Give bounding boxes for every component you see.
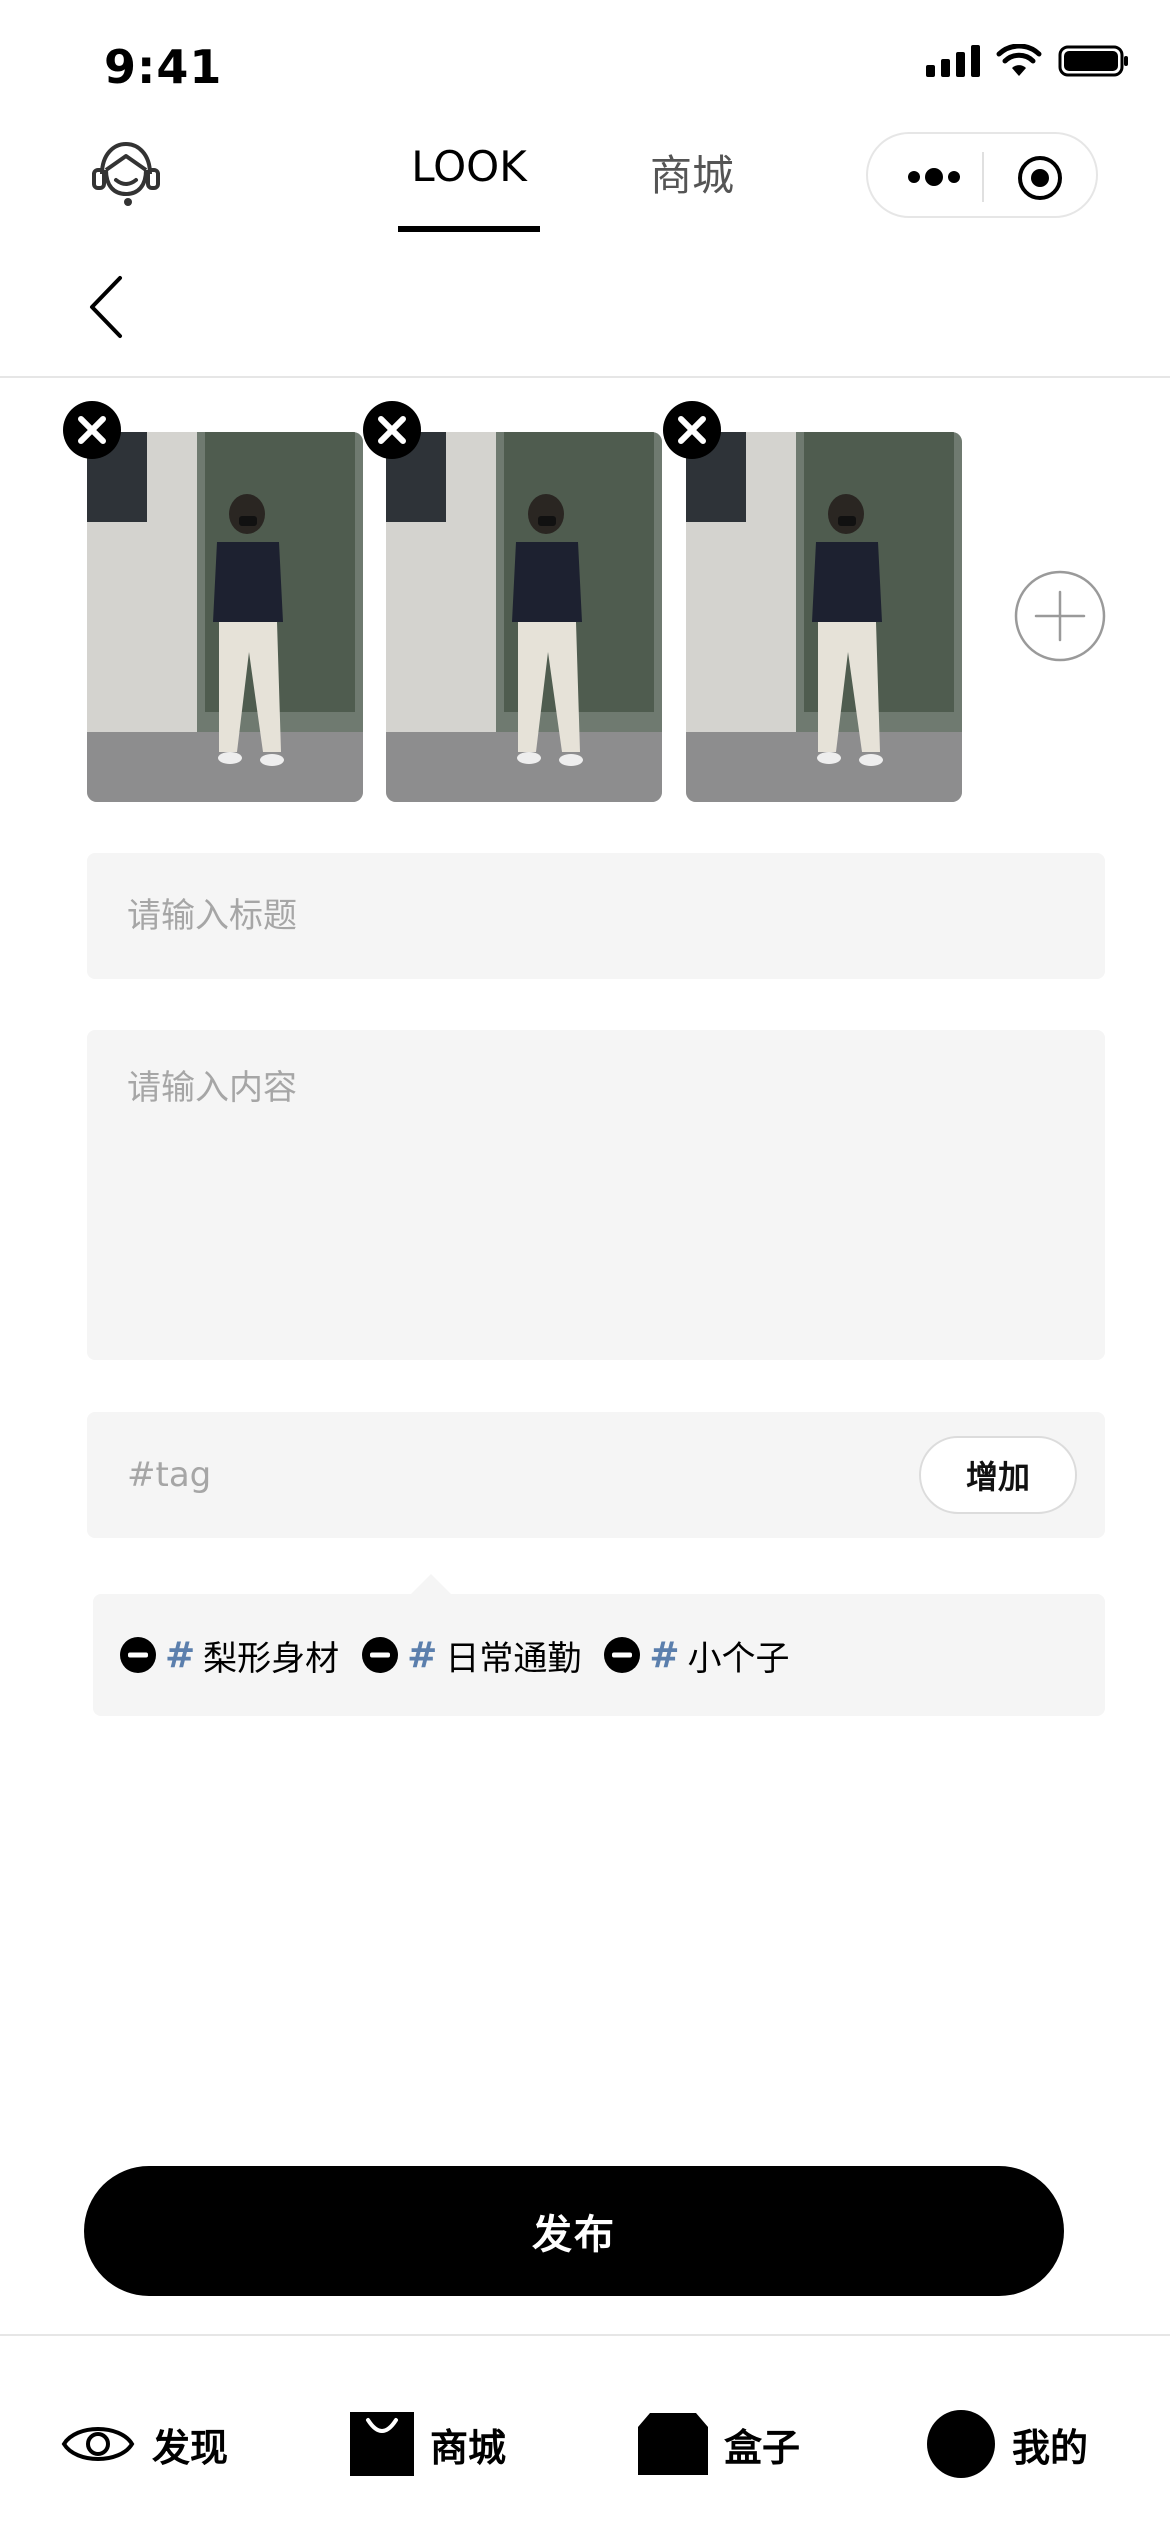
tab-shop-label: 商城 xyxy=(650,151,735,200)
shopping-bag-icon xyxy=(350,2412,414,2476)
tag-text: 小个子 xyxy=(687,1638,790,1679)
remove-tag-icon[interactable] xyxy=(603,1636,641,1674)
tags-list-box: # 梨形身材 # 日常通勤 # 小个子 xyxy=(93,1594,1105,1716)
tag-item: # 小个子 xyxy=(603,1631,790,1680)
sub-header xyxy=(0,260,1170,378)
title-field xyxy=(87,853,1105,979)
mini-program-capsule xyxy=(866,132,1098,218)
tag-item: # 梨形身材 xyxy=(119,1631,339,1680)
tabbar-item-mine[interactable]: 我的 xyxy=(926,2408,1088,2480)
box-icon xyxy=(638,2413,708,2475)
tabbar-label-shop: 商城 xyxy=(430,2425,507,2470)
status-icons xyxy=(926,44,1130,78)
tag-field: 增加 xyxy=(87,1412,1105,1538)
look-photo xyxy=(87,432,363,802)
tab-shop[interactable]: 商城 xyxy=(650,142,734,222)
tag-text: 梨形身材 xyxy=(203,1638,340,1679)
image-picker xyxy=(0,400,1170,820)
wifi-icon xyxy=(996,44,1042,76)
tag-item: # 日常通勤 xyxy=(361,1631,581,1680)
capsule-divider xyxy=(982,152,984,202)
add-image-icon[interactable] xyxy=(1014,570,1106,662)
tag-hash: # xyxy=(165,1634,196,1676)
content-textarea[interactable] xyxy=(87,1030,1105,1360)
back-arrow-icon[interactable] xyxy=(82,272,132,342)
tab-look[interactable]: LOOK xyxy=(398,142,540,232)
bottom-tab-bar: 发现 商城 盒子 我的 xyxy=(0,2334,1170,2532)
tabbar-label-discover: 发现 xyxy=(152,2425,229,2470)
customer-service-icon[interactable] xyxy=(88,136,164,212)
image-thumbnail[interactable] xyxy=(87,432,363,802)
tag-text: 日常通勤 xyxy=(445,1638,582,1679)
remove-tag-icon[interactable] xyxy=(361,1636,399,1674)
image-thumbnail[interactable] xyxy=(386,432,662,802)
eye-icon xyxy=(61,2427,135,2461)
tabbar-item-discover[interactable]: 发现 xyxy=(60,2408,228,2480)
tab-look-label: LOOK xyxy=(411,142,527,191)
status-bar: 9:41 xyxy=(0,0,1170,132)
tabbar-item-box[interactable]: 盒子 xyxy=(638,2408,800,2480)
publish-button[interactable]: 发布 xyxy=(84,2166,1064,2296)
close-target-icon[interactable] xyxy=(1016,154,1064,202)
battery-icon xyxy=(1058,45,1128,77)
content-field xyxy=(87,1030,1105,1360)
add-tag-button[interactable]: 增加 xyxy=(919,1436,1077,1514)
tag-list: # 梨形身材 # 日常通勤 # 小个子 xyxy=(119,1594,790,1716)
active-tab-indicator xyxy=(398,226,540,232)
cellular-signal-icon xyxy=(926,45,980,77)
tag-hash: # xyxy=(407,1634,438,1676)
tabbar-label-mine: 我的 xyxy=(1012,2425,1089,2470)
tabbar-label-box: 盒子 xyxy=(724,2425,801,2470)
tags-popover-arrow xyxy=(411,1574,451,1594)
profile-icon xyxy=(927,2410,995,2478)
look-photo xyxy=(386,432,662,802)
title-input[interactable] xyxy=(87,853,1105,979)
remove-image-icon[interactable] xyxy=(362,400,422,460)
tabbar-item-shop[interactable]: 商城 xyxy=(350,2408,506,2480)
top-nav: LOOK 商城 xyxy=(0,132,1170,240)
remove-tag-icon[interactable] xyxy=(119,1636,157,1674)
tag-input[interactable] xyxy=(87,1412,887,1538)
look-photo xyxy=(686,432,962,802)
remove-image-icon[interactable] xyxy=(62,400,122,460)
more-dots-icon[interactable] xyxy=(904,160,964,194)
tag-hash: # xyxy=(649,1634,680,1676)
image-thumbnail[interactable] xyxy=(686,432,962,802)
status-time: 9:41 xyxy=(104,40,223,94)
remove-image-icon[interactable] xyxy=(662,400,722,460)
